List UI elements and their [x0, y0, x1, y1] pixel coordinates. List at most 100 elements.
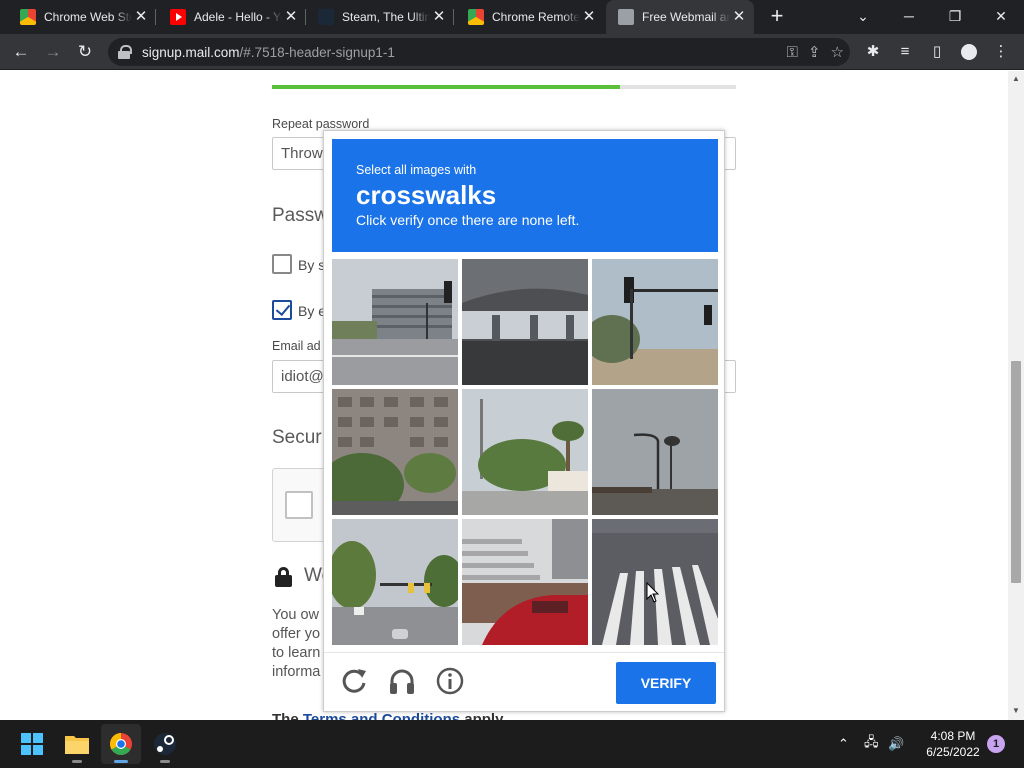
repeat-password-label: Repeat password: [272, 117, 370, 131]
browser-tab-youtube[interactable]: Adele - Hello - YouTube ✕: [158, 0, 306, 34]
privacy-paragraph-line: offer yo: [272, 626, 321, 642]
challenge-tile-1[interactable]: [332, 259, 458, 385]
youtube-icon: [170, 9, 186, 25]
progress-fill: [272, 85, 620, 89]
stairs-red-car-image: [462, 519, 588, 645]
challenge-tile-7[interactable]: [332, 519, 458, 645]
office-building-street-image: [332, 259, 458, 385]
tab-title: Chrome Web Store: [44, 10, 132, 24]
clock-date: 6/25/2022: [926, 745, 980, 759]
streetlight-sky-image: [592, 389, 718, 515]
close-icon[interactable]: ✕: [430, 8, 448, 26]
system-clock[interactable]: 4:08 PM 6/25/2022: [918, 728, 988, 760]
privacy-paragraph-line: to learn: [272, 645, 321, 661]
restore-icon[interactable]: ❐: [932, 0, 978, 34]
forward-icon[interactable]: →: [40, 39, 66, 65]
extensions-icon[interactable]: ✱: [860, 39, 886, 65]
password-section-heading: Passw: [272, 205, 328, 226]
palm-trees-street-image: [462, 389, 588, 515]
reload-challenge-icon[interactable]: [338, 665, 370, 697]
back-icon[interactable]: ←: [8, 39, 34, 65]
close-icon[interactable]: ✕: [580, 8, 598, 26]
windows-taskbar: ⌃ 🖧 🔊 4:08 PM 6/25/2022 1: [0, 720, 1024, 768]
challenge-tile-3[interactable]: [592, 259, 718, 385]
checkbox-1-label: By s: [298, 257, 326, 273]
close-icon[interactable]: ✕: [282, 8, 300, 26]
challenge-image-grid: [332, 259, 718, 645]
browser-toolbar: ← → ↻ signup.mail.com/#.7518-header-sign…: [0, 34, 1024, 70]
privacy-paragraph-line: informa: [272, 664, 321, 680]
window-close-icon[interactable]: ✕: [978, 0, 1024, 34]
tab-title: Steam, The Ultimate: [342, 10, 430, 24]
signup-progress-bar: [272, 85, 736, 89]
challenge-target-word: crosswalks: [356, 180, 497, 210]
traffic-light-desert-image: [592, 259, 718, 385]
challenge-tile-6[interactable]: [592, 389, 718, 515]
email-address-label: Email ad: [272, 339, 321, 353]
media-control-icon[interactable]: ≡: [892, 39, 918, 65]
scroll-down-arrow-icon[interactable]: ▼: [1011, 706, 1021, 715]
challenge-tile-5[interactable]: [462, 389, 588, 515]
show-hidden-icons-icon[interactable]: ⌃: [838, 720, 849, 768]
address-bar[interactable]: signup.mail.com/#.7518-header-signup1-1 …: [108, 38, 850, 66]
volume-icon[interactable]: 🔊: [888, 720, 904, 768]
audio-challenge-icon[interactable]: [386, 665, 418, 697]
tab-search-icon[interactable]: ⌄: [840, 0, 886, 34]
browser-tab-chrome-web-store[interactable]: Chrome Web Store ✕: [8, 0, 156, 34]
overpass-image: [462, 259, 588, 385]
tab-title: Free Webmail and: [642, 10, 730, 24]
challenge-tile-2[interactable]: [462, 259, 588, 385]
terms-line: The Terms and Conditions apply: [272, 711, 503, 720]
page-scrollbar[interactable]: ▲ ▼: [1008, 71, 1024, 720]
info-icon[interactable]: [434, 665, 466, 697]
side-panel-icon[interactable]: ▯: [924, 39, 950, 65]
file-explorer-icon[interactable]: [57, 724, 97, 764]
chrome-taskbar-icon[interactable]: [101, 724, 141, 764]
browser-tab-chrome-remote-desktop[interactable]: Chrome Remote Desktop ✕: [456, 0, 604, 34]
terms-checkbox-1[interactable]: [272, 254, 292, 274]
tab-title: Adele - Hello - YouTube: [194, 10, 282, 24]
lock-icon[interactable]: [118, 45, 132, 59]
network-icon[interactable]: 🖧: [864, 720, 879, 768]
checkbox-2-label: By e: [298, 303, 327, 319]
star-icon[interactable]: ☆: [831, 43, 844, 61]
clock-time: 4:08 PM: [930, 729, 976, 743]
security-section-heading: Secur: [272, 427, 322, 448]
minimize-icon[interactable]: ─: [886, 0, 932, 34]
challenge-instruction: Select all images with: [356, 163, 477, 177]
key-icon[interactable]: ⚿: [787, 44, 798, 61]
challenge-tile-4[interactable]: [332, 389, 458, 515]
terms-link[interactable]: Terms and Conditions: [303, 711, 460, 720]
verify-button[interactable]: VERIFY: [616, 662, 716, 704]
steam-icon: [318, 9, 334, 25]
browser-tab-strip: Chrome Web Store ✕ Adele - Hello - YouTu…: [0, 0, 1024, 34]
reload-icon[interactable]: ↻: [72, 39, 98, 65]
scrollbar-thumb[interactable]: [1011, 361, 1021, 583]
chrome-remote-desktop-icon: [468, 9, 484, 25]
menu-kebab-icon[interactable]: ⋮: [988, 39, 1014, 65]
profile-icon[interactable]: [956, 39, 982, 65]
new-tab-icon[interactable]: +: [764, 4, 790, 30]
tab-title: Chrome Remote Desktop: [492, 10, 580, 24]
url-text: signup.mail.com/#.7518-header-signup1-1: [142, 44, 395, 60]
padlock-icon: [275, 567, 292, 587]
challenge-tile-8[interactable]: [462, 519, 588, 645]
recaptcha-checkbox[interactable]: [285, 491, 313, 519]
scroll-up-arrow-icon[interactable]: ▲: [1011, 74, 1021, 83]
terms-checkbox-2[interactable]: [272, 300, 292, 320]
share-icon[interactable]: ⇪: [808, 43, 821, 61]
challenge-header: Select all images with crosswalks Click …: [332, 139, 718, 252]
close-icon[interactable]: ✕: [132, 8, 150, 26]
steam-taskbar-icon[interactable]: [145, 724, 185, 764]
browser-tab-steam[interactable]: Steam, The Ultimate ✕: [306, 0, 454, 34]
notification-badge[interactable]: 1: [987, 735, 1005, 753]
chrome-web-store-icon: [20, 9, 36, 25]
recaptcha-challenge: Select all images with crosswalks Click …: [323, 130, 725, 712]
privacy-paragraph-line: You ow: [272, 607, 320, 623]
tall-building-palms-image: [332, 389, 458, 515]
browser-tab-webmail[interactable]: Free Webmail and ✕: [606, 0, 754, 34]
mouse-cursor-icon: [646, 582, 660, 603]
windows-start-icon[interactable]: [12, 724, 52, 764]
road-traffic-lights-image: [332, 519, 458, 645]
close-icon[interactable]: ✕: [730, 8, 748, 26]
